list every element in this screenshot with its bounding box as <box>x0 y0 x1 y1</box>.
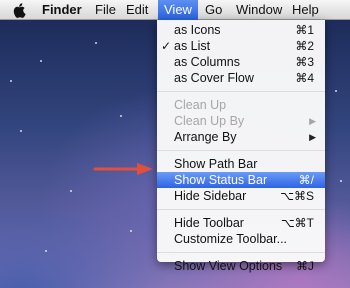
menu-item-show-view-options[interactable]: Show View Options ⌘J <box>157 258 325 274</box>
menu-finder[interactable]: Finder <box>36 0 88 20</box>
menu-item-label: Show View Options <box>174 259 283 273</box>
menu-bar: Finder File Edit View Go Window Help <box>0 0 350 20</box>
menu-separator <box>157 209 325 210</box>
star <box>40 60 42 62</box>
star <box>340 180 342 182</box>
star <box>10 80 12 82</box>
menu-item-arrange-by[interactable]: Arrange By ▶ <box>157 129 325 145</box>
menu-help[interactable]: Help <box>286 0 325 20</box>
menu-item-hide-toolbar[interactable]: Hide Toolbar ⌥⌘T <box>157 215 325 231</box>
star <box>130 230 132 232</box>
menu-separator <box>157 91 325 92</box>
menu-window[interactable]: Window <box>230 0 288 20</box>
menu-item-label: Show Status Bar <box>174 173 268 187</box>
menu-file[interactable]: File <box>89 0 122 20</box>
star <box>20 130 22 132</box>
menu-item-label: as List <box>174 39 211 53</box>
menu-item-label: Clean Up By <box>174 114 245 128</box>
menu-item-shortcut: ⌘/ <box>298 173 314 187</box>
menu-item-clean-up: Clean Up <box>157 97 325 113</box>
menu-item-shortcut: ⌘1 <box>295 23 314 37</box>
menu-item-shortcut: ⌘3 <box>295 55 314 69</box>
menu-item-label: as Cover Flow <box>174 71 254 85</box>
menu-edit[interactable]: Edit <box>120 0 154 20</box>
menu-item-show-path-bar[interactable]: Show Path Bar <box>157 156 325 172</box>
menu-item-as-cover-flow[interactable]: as Cover Flow ⌘4 <box>157 70 325 86</box>
menu-item-shortcut: ⌘J <box>296 259 314 273</box>
menu-item-label: Customize Toolbar... <box>174 232 288 246</box>
menu-item-as-columns[interactable]: as Columns ⌘3 <box>157 54 325 70</box>
star <box>335 90 337 92</box>
menu-item-as-list[interactable]: ✓ as List ⌘2 <box>157 38 325 54</box>
star <box>45 250 47 252</box>
menu-separator <box>157 150 325 151</box>
star <box>120 115 122 117</box>
star <box>70 190 72 192</box>
menu-item-label: Arrange By <box>174 130 237 144</box>
menu-view[interactable]: View <box>158 0 198 20</box>
submenu-arrow-icon: ▶ <box>309 132 316 142</box>
menu-separator <box>157 252 325 253</box>
menu-item-label: as Icons <box>174 23 221 37</box>
menu-item-label: as Columns <box>174 55 240 69</box>
checkmark-icon: ✓ <box>161 39 172 53</box>
menu-go[interactable]: Go <box>199 0 228 20</box>
view-menu: as Icons ⌘1 ✓ as List ⌘2 as Columns ⌘3 a… <box>157 20 325 273</box>
menu-item-customize-toolbar[interactable]: Customize Toolbar... <box>157 231 325 247</box>
apple-icon[interactable] <box>12 2 28 18</box>
menu-item-shortcut: ⌘4 <box>295 71 314 85</box>
menu-item-shortcut: ⌘2 <box>295 39 314 53</box>
menu-item-hide-sidebar[interactable]: Hide Sidebar ⌥⌘S <box>157 188 325 204</box>
menu-item-label: Hide Sidebar <box>174 189 247 203</box>
menu-item-clean-up-by: Clean Up By ▶ <box>157 113 325 129</box>
menu-item-label: Clean Up <box>174 98 227 112</box>
submenu-arrow-icon: ▶ <box>309 116 316 126</box>
star <box>95 42 97 44</box>
menu-item-show-status-bar[interactable]: Show Status Bar ⌘/ <box>157 172 325 188</box>
menu-item-as-icons[interactable]: as Icons ⌘1 <box>157 22 325 38</box>
menu-item-label: Show Path Bar <box>174 157 258 171</box>
menu-item-shortcut: ⌥⌘S <box>280 189 314 203</box>
menu-item-label: Hide Toolbar <box>174 216 244 230</box>
menu-item-shortcut: ⌥⌘T <box>280 216 314 230</box>
red-arrow-icon <box>93 163 153 175</box>
